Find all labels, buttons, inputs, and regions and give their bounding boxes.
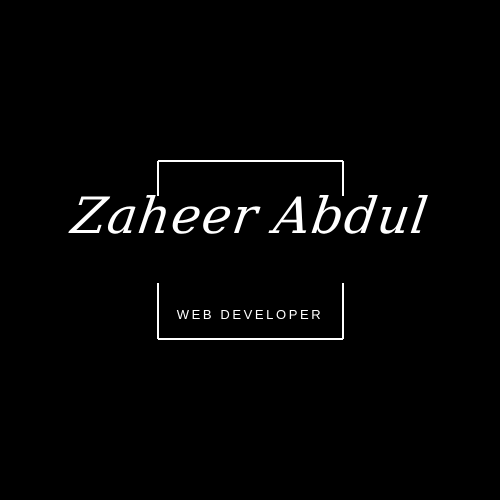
logo-frame	[157, 160, 344, 340]
logo-name: Zaheer Abdul	[67, 187, 433, 245]
logo-tagline: WEB DEVELOPER	[176, 307, 324, 322]
logo-canvas: Zaheer Abdul WEB DEVELOPER	[0, 0, 500, 500]
